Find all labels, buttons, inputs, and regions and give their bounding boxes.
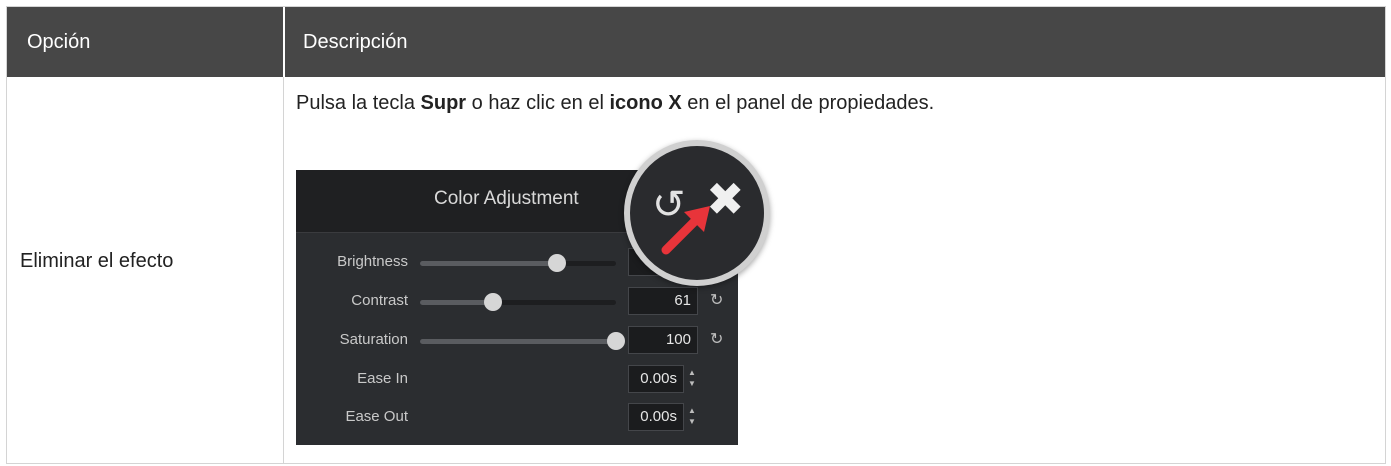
slider-row: Saturation 100 ↻ bbox=[296, 325, 738, 355]
slider-label: Saturation bbox=[339, 331, 408, 348]
slider-value-field[interactable]: 100 bbox=[628, 326, 698, 354]
timing-row: Ease In 0.00s ▲ ▼ bbox=[296, 364, 738, 394]
timing-label: Ease Out bbox=[345, 408, 408, 425]
slider-knob[interactable] bbox=[548, 254, 567, 272]
spinner-arrows-icon[interactable]: ▲ ▼ bbox=[688, 367, 698, 389]
desc-part1: Pulsa la tecla bbox=[296, 92, 421, 114]
key-name: Supr bbox=[420, 92, 467, 114]
header-description: Descripción bbox=[303, 31, 408, 53]
slider-knob[interactable] bbox=[483, 293, 502, 311]
desc-part2: o haz clic en el bbox=[466, 92, 610, 114]
description-text: Pulsa la tecla Supr o haz clic en el ico… bbox=[296, 92, 934, 115]
option-cell: Eliminar el efecto bbox=[20, 250, 174, 272]
slider-label: Brightness bbox=[337, 253, 408, 270]
slider-knob[interactable] bbox=[607, 332, 625, 350]
slider-fill bbox=[420, 300, 493, 305]
slider-fill bbox=[420, 261, 558, 266]
slider-label: Contrast bbox=[351, 292, 408, 309]
timing-label: Ease In bbox=[357, 370, 408, 387]
timing-field[interactable]: 0.00s bbox=[628, 403, 684, 431]
slider-fill bbox=[420, 339, 616, 344]
header-option: Opción bbox=[27, 31, 91, 53]
table-header: Opción Descripción bbox=[7, 7, 1385, 77]
timing-row: Ease Out 0.00s ▲ ▼ bbox=[296, 402, 738, 432]
desc-part3: en el panel de propiedades. bbox=[681, 92, 935, 114]
timing-field[interactable]: 0.00s bbox=[628, 365, 684, 393]
icon-label: icono X bbox=[609, 92, 682, 114]
reset-icon[interactable]: ↻ bbox=[710, 290, 723, 310]
reset-icon[interactable]: ↻ bbox=[710, 329, 723, 349]
slider-value-field[interactable]: 61 bbox=[628, 287, 698, 315]
spinner-arrows-icon[interactable]: ▲ ▼ bbox=[688, 405, 698, 427]
slider-track[interactable] bbox=[420, 293, 616, 311]
slider-track[interactable] bbox=[420, 254, 616, 272]
red-arrow-icon bbox=[661, 206, 710, 255]
column-divider bbox=[283, 77, 284, 463]
panel-title: Color Adjustment bbox=[434, 188, 579, 209]
slider-row: Contrast 61 ↻ bbox=[296, 286, 738, 316]
slider-track[interactable] bbox=[420, 332, 625, 350]
header-divider bbox=[283, 7, 285, 77]
